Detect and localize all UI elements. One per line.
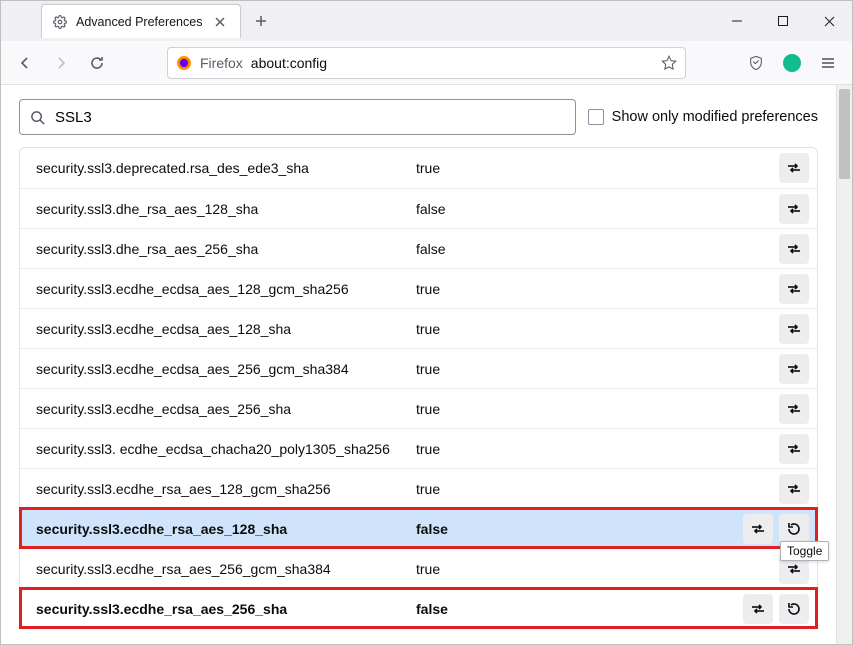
pref-name: security.ssl3.ecdhe_rsa_aes_128_sha	[36, 515, 416, 543]
pref-value: true	[416, 401, 779, 417]
toggle-button[interactable]	[743, 594, 773, 624]
pref-actions	[743, 594, 809, 624]
pref-row[interactable]: security.ssl3.ecdhe_rsa_aes_128_gcm_sha2…	[20, 468, 817, 508]
pref-actions	[779, 474, 809, 504]
toggle-button[interactable]	[779, 474, 809, 504]
pref-actions	[779, 153, 809, 183]
window-close-button[interactable]	[806, 1, 852, 41]
toggle-button[interactable]	[779, 434, 809, 464]
url-path: about:config	[251, 55, 327, 71]
toggle-button[interactable]	[779, 394, 809, 424]
search-row: Show only modified preferences	[1, 93, 836, 147]
pref-actions	[779, 274, 809, 304]
new-tab-button[interactable]	[247, 7, 275, 35]
pref-value: true	[416, 321, 779, 337]
forward-button[interactable]	[45, 47, 77, 79]
pref-value: true	[416, 441, 779, 457]
tab-title: Advanced Preferences	[76, 15, 206, 29]
scrollbar[interactable]	[836, 85, 852, 644]
pref-name: security.ssl3.ecdhe_rsa_aes_128_gcm_sha2…	[36, 475, 416, 503]
browser-window: Advanced Preferences Firefox about:confi	[0, 0, 853, 645]
pref-row[interactable]: security.ssl3.ecdhe_ecdsa_aes_128_shatru…	[20, 308, 817, 348]
pref-row[interactable]: security.ssl3.ecdhe_ecdsa_aes_256_shatru…	[20, 388, 817, 428]
pref-row[interactable]: security.ssl3. ecdhe_ecdsa_chacha20_poly…	[20, 428, 817, 468]
pref-name: security.ssl3.ecdhe_ecdsa_aes_128_gcm_sh…	[36, 275, 416, 303]
app-menu-button[interactable]	[812, 47, 844, 79]
content-area: Show only modified preferences security.…	[1, 85, 852, 644]
pocket-icon[interactable]	[740, 47, 772, 79]
pref-value: false	[416, 601, 743, 617]
toggle-button[interactable]	[779, 354, 809, 384]
pref-actions	[779, 434, 809, 464]
pref-row[interactable]: security.ssl3.ecdhe_rsa_aes_128_shafalse…	[20, 508, 817, 548]
search-icon	[30, 110, 45, 125]
url-bar[interactable]: Firefox about:config	[167, 47, 686, 79]
pref-value: true	[416, 361, 779, 377]
checkbox-icon	[588, 109, 604, 125]
pref-row[interactable]: security.ssl3.ecdhe_rsa_aes_256_gcm_sha3…	[20, 548, 817, 588]
window-controls	[714, 1, 852, 41]
pref-actions	[779, 354, 809, 384]
pref-name: security.ssl3.ecdhe_rsa_aes_256_sha	[36, 595, 416, 623]
pref-row[interactable]: security.ssl3.deprecated.rsa_des_ede3_sh…	[20, 148, 817, 188]
toggle-button[interactable]	[743, 514, 773, 544]
toggle-button[interactable]	[779, 274, 809, 304]
toggle-button[interactable]	[779, 153, 809, 183]
pref-row[interactable]: security.ssl3.ecdhe_ecdsa_aes_128_gcm_sh…	[20, 268, 817, 308]
toggle-button[interactable]	[779, 314, 809, 344]
window-maximize-button[interactable]	[760, 1, 806, 41]
nav-toolbar: Firefox about:config	[1, 41, 852, 85]
back-button[interactable]	[9, 47, 41, 79]
pref-value: false	[416, 201, 779, 217]
pref-row[interactable]: security.ssl3.ecdhe_rsa_aes_256_shafalse	[20, 588, 817, 628]
pref-name: security.ssl3.deprecated.rsa_des_ede3_sh…	[36, 154, 416, 182]
extension-icon[interactable]	[776, 47, 808, 79]
pref-value: true	[416, 481, 779, 497]
pref-value: false	[416, 241, 779, 257]
pref-actions	[779, 314, 809, 344]
firefox-icon	[176, 55, 192, 71]
reset-button[interactable]	[779, 514, 809, 544]
search-box[interactable]	[19, 99, 576, 135]
reload-button[interactable]	[81, 47, 113, 79]
pref-actions	[779, 394, 809, 424]
pref-name: security.ssl3. ecdhe_ecdsa_chacha20_poly…	[36, 435, 416, 463]
browser-tab[interactable]: Advanced Preferences	[41, 4, 241, 38]
pref-row[interactable]: security.ssl3.dhe_rsa_aes_256_shafalse	[20, 228, 817, 268]
pref-row[interactable]: security.ssl3.ecdhe_ecdsa_aes_256_gcm_sh…	[20, 348, 817, 388]
show-modified-checkbox[interactable]: Show only modified preferences	[588, 109, 818, 125]
toggle-button[interactable]	[779, 194, 809, 224]
scrollbar-thumb[interactable]	[839, 89, 850, 179]
pref-actions	[779, 234, 809, 264]
bookmark-star-icon[interactable]	[661, 55, 677, 71]
pref-value: true	[416, 561, 779, 577]
reset-button[interactable]	[779, 594, 809, 624]
pref-list: security.ssl3.deprecated.rsa_des_ede3_sh…	[19, 147, 818, 629]
tab-strip: Advanced Preferences	[1, 1, 714, 41]
search-input[interactable]	[53, 108, 565, 127]
pref-name: security.ssl3.dhe_rsa_aes_128_sha	[36, 195, 416, 223]
tooltip: Toggle	[780, 541, 829, 561]
pref-name: security.ssl3.ecdhe_ecdsa_aes_128_sha	[36, 315, 416, 343]
pref-row[interactable]: security.ssl3.dhe_rsa_aes_128_shafalse	[20, 188, 817, 228]
pref-name: security.ssl3.ecdhe_ecdsa_aes_256_sha	[36, 395, 416, 423]
show-modified-label: Show only modified preferences	[612, 109, 818, 125]
toggle-button[interactable]	[779, 234, 809, 264]
tab-close-button[interactable]	[214, 16, 230, 28]
pref-name: security.ssl3.ecdhe_rsa_aes_256_gcm_sha3…	[36, 555, 416, 583]
pref-name: security.ssl3.dhe_rsa_aes_256_sha	[36, 235, 416, 263]
window-minimize-button[interactable]	[714, 1, 760, 41]
titlebar: Advanced Preferences	[1, 1, 852, 41]
gear-icon	[52, 14, 68, 30]
pref-actions	[779, 194, 809, 224]
pref-value: false	[416, 521, 743, 537]
pref-value: true	[416, 160, 779, 176]
pref-value: true	[416, 281, 779, 297]
pref-actions	[743, 514, 809, 544]
url-prefix: Firefox	[200, 55, 243, 71]
pref-name: security.ssl3.ecdhe_ecdsa_aes_256_gcm_sh…	[36, 355, 416, 383]
